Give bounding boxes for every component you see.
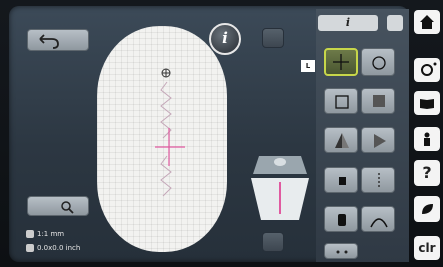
move-arrows-icon — [333, 54, 349, 70]
more-button[interactable] — [324, 243, 358, 259]
undo-icon — [39, 34, 59, 49]
arc-path-icon — [370, 218, 388, 228]
eco-button[interactable] — [414, 196, 440, 222]
info-button[interactable]: i — [209, 23, 241, 55]
bobbin-icon — [338, 214, 346, 226]
stitch-type-button[interactable] — [324, 167, 358, 193]
resize-button[interactable] — [324, 88, 358, 114]
person-icon — [424, 132, 430, 146]
more-dots-icon — [336, 250, 348, 254]
clock-icon — [26, 230, 34, 238]
embroidery-hoop[interactable] — [97, 26, 227, 252]
undo-button[interactable] — [27, 29, 89, 51]
check-size-icon — [378, 173, 380, 189]
settings-button[interactable] — [414, 58, 440, 82]
rotate-icon — [372, 56, 386, 70]
help-button[interactable]: ? — [414, 160, 440, 186]
guide-button[interactable] — [414, 127, 440, 151]
home-button[interactable] — [414, 10, 440, 34]
tutorial-button[interactable] — [414, 91, 440, 115]
panel-close-button[interactable] — [387, 15, 403, 31]
embroidery-screen: i 1:1 mm 0.0x0.0 inch i L ? clr — [0, 0, 443, 267]
hoop-overview — [251, 156, 309, 220]
check-size-button[interactable] — [361, 167, 395, 193]
resize-icon — [335, 95, 349, 109]
status-line-1: 1:1 mm — [26, 229, 96, 240]
checkbox-icon[interactable] — [26, 244, 34, 252]
book-icon — [420, 99, 434, 109]
gear-icon — [421, 62, 437, 76]
zoom-button[interactable] — [27, 196, 89, 216]
mirror-vertical-button[interactable] — [361, 127, 395, 153]
clear-button[interactable]: clr — [414, 236, 440, 260]
eco-icon — [422, 204, 433, 214]
panel-header: i — [318, 15, 378, 31]
path-button[interactable] — [361, 206, 395, 232]
stitch-design — [155, 68, 185, 197]
rotate-button[interactable] — [361, 48, 395, 76]
dark-tile-bottom[interactable] — [262, 232, 284, 252]
status-line-2: 0.0x0.0 inch — [26, 243, 96, 254]
mirror-horizontal-button[interactable] — [324, 127, 358, 153]
bobbin-button[interactable] — [324, 206, 358, 232]
mirror-horizontal-icon — [335, 133, 349, 148]
duplicate-button[interactable] — [361, 88, 395, 114]
home-icon — [420, 15, 434, 29]
duplicate-icon — [373, 95, 385, 107]
dark-tile-top[interactable] — [262, 28, 284, 48]
stitch-square-icon — [339, 177, 346, 185]
position-tooltip: L — [301, 60, 315, 72]
move-button[interactable] — [324, 48, 358, 76]
mirror-vertical-icon — [374, 134, 386, 148]
magnifier-icon — [61, 201, 74, 214]
